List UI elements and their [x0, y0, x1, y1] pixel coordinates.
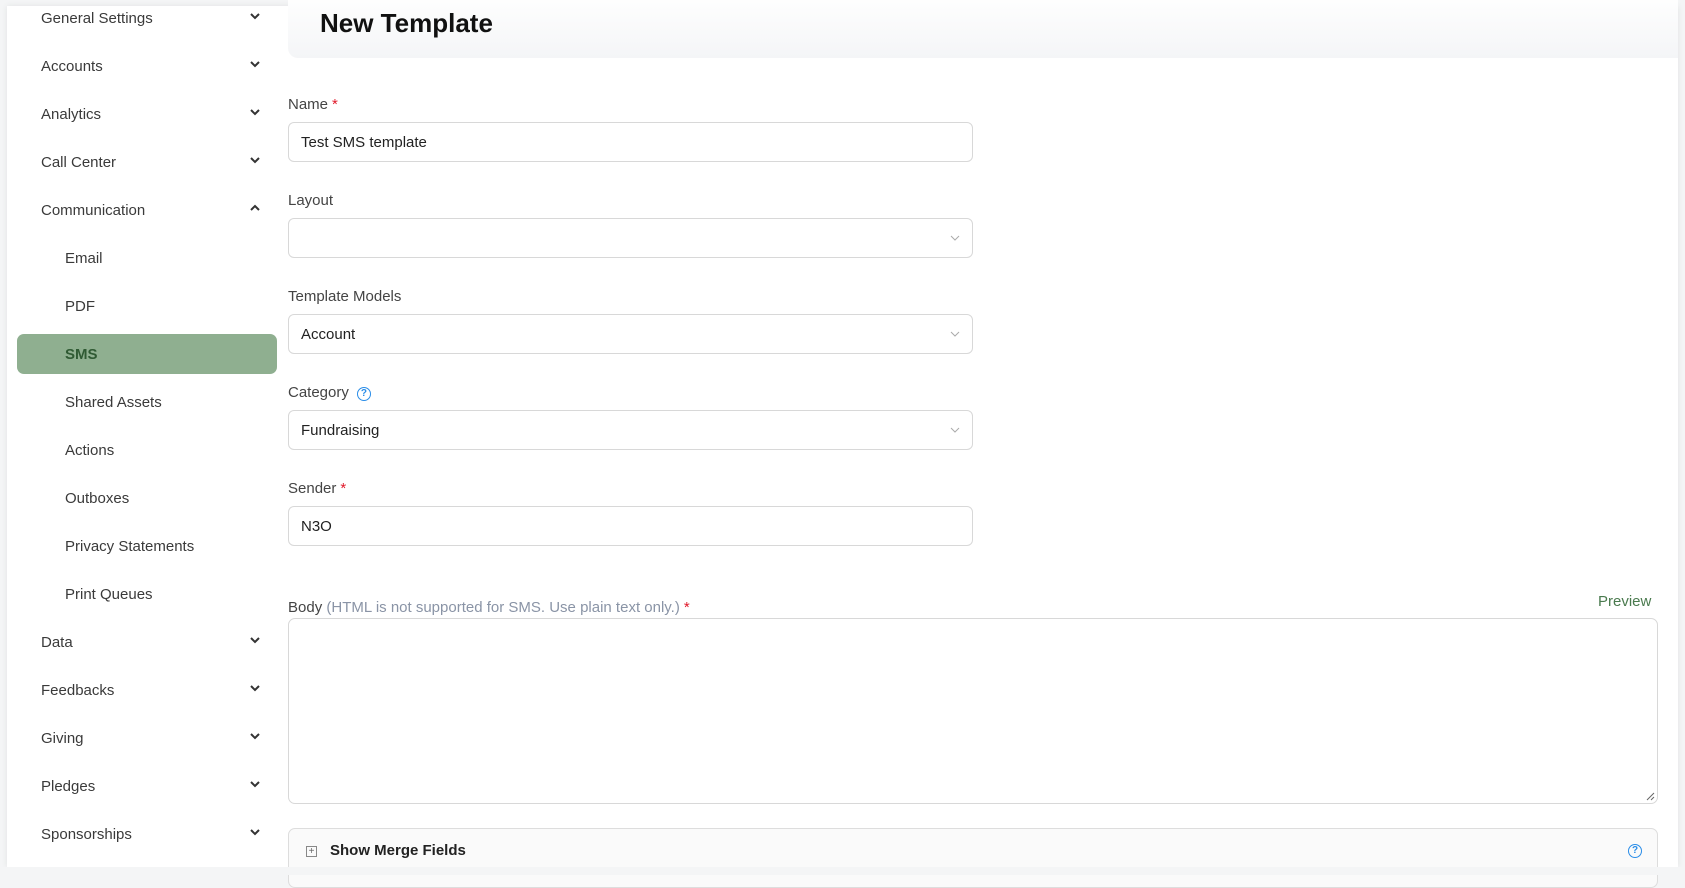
template-models-label: Template Models — [288, 288, 402, 305]
sidebar-item-label: Sponsorships — [41, 825, 132, 843]
page-header — [288, 0, 1678, 58]
sidebar-item-label: Pledges — [41, 777, 96, 795]
chevron-down-icon[interactable] — [249, 682, 261, 694]
sidebar-item-general-settings[interactable]: General Settings — [17, 6, 277, 38]
merge-fields-panel[interactable]: + Show Merge Fields ? — [288, 828, 1658, 888]
chevron-down-icon[interactable] — [249, 10, 261, 22]
merge-fields-label[interactable]: Show Merge Fields — [330, 842, 466, 859]
chevron-down-icon[interactable] — [249, 58, 261, 70]
chevron-down-icon[interactable] — [249, 826, 261, 838]
sender-label-text: Sender — [288, 480, 337, 497]
help-icon[interactable]: ? — [1628, 844, 1642, 858]
name-value: Test SMS template — [301, 133, 427, 151]
chevron-down-icon[interactable] — [249, 106, 261, 118]
sender-label: Sender * — [288, 480, 346, 497]
name-input[interactable]: Test SMS template — [288, 122, 973, 162]
sidebar-item-label: Call Center — [41, 153, 117, 171]
chevron-down-icon[interactable] — [249, 730, 261, 742]
sidebar-item-analytics[interactable]: Analytics — [17, 94, 277, 134]
sidebar-item-communication[interactable]: Communication — [17, 190, 277, 230]
sidebar-item-privacy-statements[interactable]: Privacy Statements — [17, 526, 277, 566]
category-value: Fundraising — [301, 421, 380, 439]
sidebar-item-feedbacks[interactable]: Feedbacks — [17, 670, 277, 710]
sidebar-item-label: PDF — [65, 297, 95, 315]
chevron-down-icon[interactable] — [249, 778, 261, 790]
chevron-down-icon — [950, 427, 960, 433]
sidebar-item-data[interactable]: Data — [17, 622, 277, 662]
layout-select[interactable] — [288, 218, 973, 258]
category-select[interactable]: Fundraising — [288, 410, 973, 450]
chevron-down-icon — [950, 235, 960, 241]
sidebar-item-print-queues[interactable]: Print Queues — [17, 574, 277, 614]
body-label-text: Body — [288, 599, 323, 616]
sidebar-item-label: Actions — [65, 441, 115, 459]
chevron-down-icon[interactable] — [249, 634, 261, 646]
sidebar-item-email[interactable]: Email — [17, 238, 277, 278]
sidebar-item-label: General Settings — [41, 9, 153, 27]
sender-value: N3O — [301, 517, 332, 535]
category-label: Category? — [288, 384, 371, 401]
sidebar-item-actions[interactable]: Actions — [17, 430, 277, 470]
sidebar-item-label: Communication — [41, 201, 146, 219]
page-title: New Template — [320, 8, 493, 38]
sidebar-item-label: Print Queues — [65, 585, 153, 603]
sidebar-item-outboxes[interactable]: Outboxes — [17, 478, 277, 518]
help-icon[interactable]: ? — [356, 387, 371, 401]
required-marker: * — [683, 599, 690, 616]
page-bottom — [0, 867, 1685, 875]
category-label-text: Category — [288, 384, 349, 401]
sender-input[interactable]: N3O — [288, 506, 973, 546]
preview-link[interactable]: Preview — [1598, 593, 1651, 610]
sidebar-item-sponsorships[interactable]: Sponsorships — [17, 814, 277, 854]
sidebar-item-pdf[interactable]: PDF — [17, 286, 277, 326]
sidebar-item-label: Data — [41, 633, 73, 651]
name-label-text: Name — [288, 96, 329, 113]
sidebar-item-shared-assets[interactable]: Shared Assets — [17, 382, 277, 422]
required-marker: * — [340, 480, 347, 497]
name-label: Name * — [288, 96, 338, 113]
chevron-down-icon[interactable] — [249, 154, 261, 166]
body-hint: (HTML is not supported for SMS. Use plai… — [326, 599, 680, 616]
layout-label: Layout — [288, 192, 334, 209]
sidebar-item-accounts[interactable]: Accounts — [17, 46, 277, 86]
sidebar-item-pledges[interactable]: Pledges — [17, 766, 277, 806]
body-label: Body (HTML is not supported for SMS. Use… — [288, 599, 690, 616]
sidebar-item-label: Feedbacks — [41, 681, 115, 699]
sidebar-item-sms[interactable]: SMS — [17, 334, 277, 374]
chevron-up-icon[interactable] — [249, 202, 261, 214]
sidebar-item-label: Giving — [41, 729, 84, 747]
sidebar-item-label: Shared Assets — [65, 393, 162, 411]
sidebar-item-label: Accounts — [41, 57, 103, 75]
template-models-select[interactable]: Account — [288, 314, 973, 354]
sidebar-item-giving[interactable]: Giving — [17, 718, 277, 758]
sidebar-item-label: Email — [65, 249, 103, 267]
template-models-value: Account — [301, 325, 356, 343]
resize-handle-icon[interactable] — [1646, 792, 1655, 801]
sidebar-item-label: Analytics — [41, 105, 102, 123]
sidebar-item-label: Outboxes — [65, 489, 130, 507]
sidebar: General Settings Accounts Analytics Call Ce… — [7, 6, 287, 867]
body-textarea[interactable] — [288, 618, 1658, 804]
sidebar-item-label: Privacy Statements — [65, 537, 195, 555]
required-marker: * — [332, 96, 338, 113]
sidebar-item-call-center[interactable]: Call Center — [17, 142, 277, 182]
chevron-down-icon — [950, 331, 960, 337]
sidebar-item-label: SMS — [65, 345, 98, 363]
expand-plus-icon[interactable]: + — [306, 846, 317, 857]
